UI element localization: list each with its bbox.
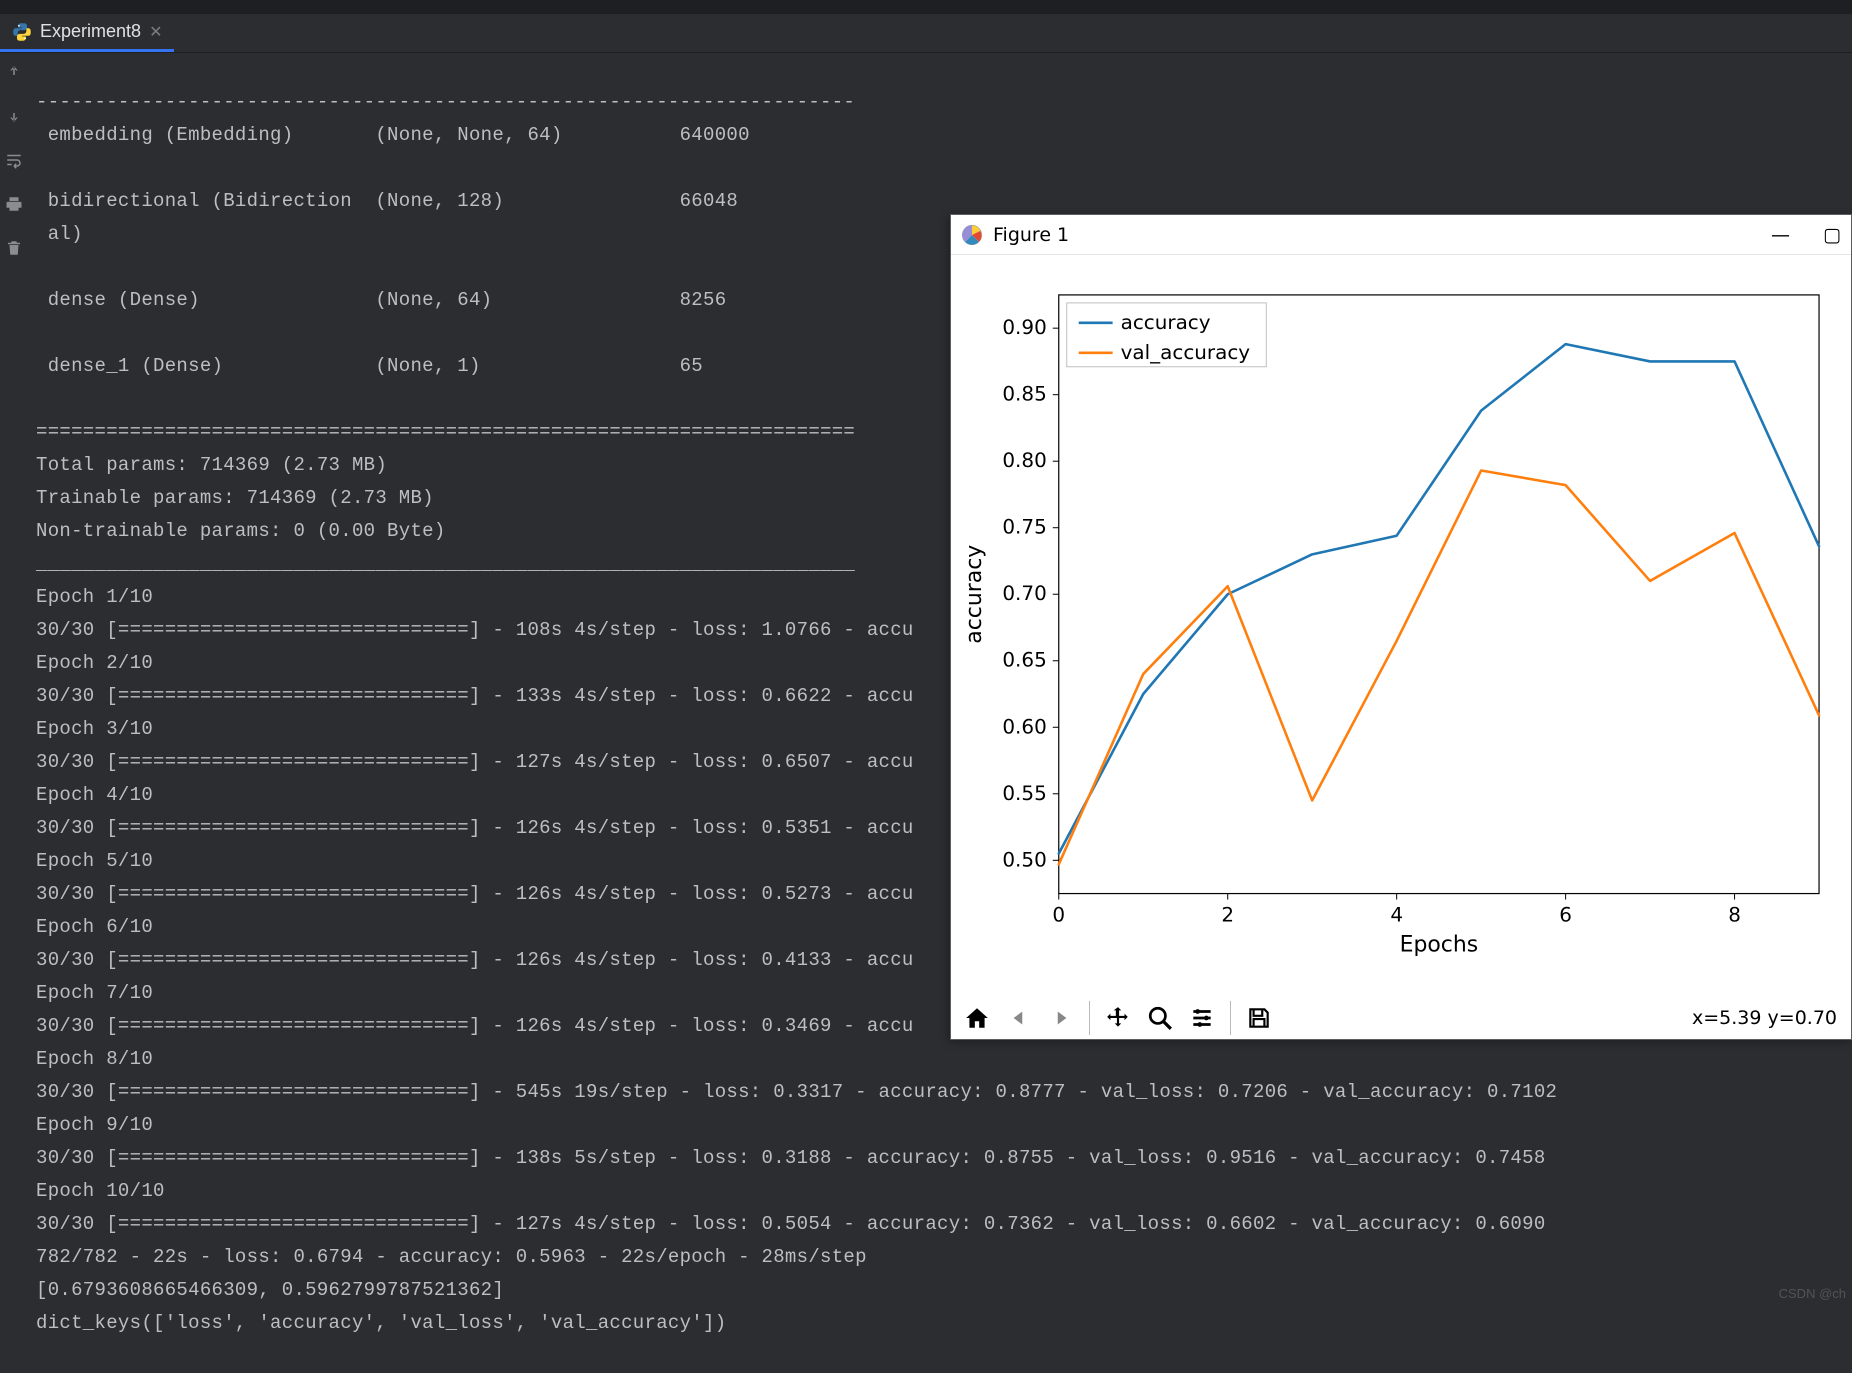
- svg-text:8: 8: [1728, 903, 1741, 927]
- matplotlib-icon: [961, 224, 983, 246]
- back-icon[interactable]: [1001, 1000, 1037, 1036]
- svg-text:0.55: 0.55: [1002, 781, 1046, 805]
- svg-text:accuracy: accuracy: [1121, 310, 1211, 334]
- forward-icon[interactable]: [1043, 1000, 1079, 1036]
- save-icon[interactable]: [1241, 1000, 1277, 1036]
- scroll-down-icon[interactable]: [5, 107, 23, 131]
- python-icon: [12, 22, 32, 42]
- svg-text:Epochs: Epochs: [1400, 932, 1479, 957]
- svg-text:2: 2: [1221, 903, 1234, 927]
- watermark: CSDN @ch: [1779, 1286, 1846, 1301]
- close-icon[interactable]: ✕: [149, 22, 162, 42]
- figure-title: Figure 1: [993, 224, 1069, 246]
- pan-icon[interactable]: [1100, 1000, 1136, 1036]
- top-menu-bar: [0, 0, 1852, 14]
- tab-experiment8[interactable]: Experiment8 ✕: [0, 14, 174, 52]
- soft-wrap-icon[interactable]: [5, 151, 23, 175]
- svg-text:0.60: 0.60: [1002, 714, 1046, 738]
- svg-text:0.80: 0.80: [1002, 448, 1046, 472]
- editor-tabs: Experiment8 ✕: [0, 14, 1852, 53]
- figure-titlebar[interactable]: Figure 1 — ▢: [951, 215, 1851, 255]
- svg-text:0.90: 0.90: [1002, 315, 1046, 339]
- scroll-up-icon[interactable]: [5, 63, 23, 87]
- svg-text:0: 0: [1052, 903, 1065, 927]
- svg-text:0.65: 0.65: [1002, 648, 1046, 672]
- minimize-icon[interactable]: —: [1771, 224, 1789, 246]
- svg-text:accuracy: accuracy: [962, 545, 987, 644]
- home-icon[interactable]: [959, 1000, 995, 1036]
- maximize-icon[interactable]: ▢: [1823, 224, 1841, 246]
- run-tool-gutter: [0, 53, 28, 1303]
- svg-text:4: 4: [1390, 903, 1403, 927]
- tab-label: Experiment8: [40, 21, 141, 42]
- plot-canvas[interactable]: 0.50 0.55 0.60 0.65 0.70 0.75 0.80 0.85 0.90 0 2 4 6…: [951, 255, 1851, 995]
- svg-text:0.50: 0.50: [1002, 847, 1046, 871]
- svg-text:6: 6: [1559, 903, 1572, 927]
- zoom-icon[interactable]: [1142, 1000, 1178, 1036]
- figure-toolbar: x=5.39 y=0.70: [951, 995, 1851, 1041]
- svg-text:0.70: 0.70: [1002, 581, 1046, 605]
- print-icon[interactable]: [5, 195, 23, 219]
- svg-text:0.75: 0.75: [1002, 515, 1046, 539]
- matplotlib-figure-window[interactable]: Figure 1 — ▢ 0.50 0.55 0.60 0.65 0.70 0.75 0.8…: [950, 214, 1852, 1040]
- cursor-coords: x=5.39 y=0.70: [1692, 1007, 1843, 1029]
- svg-text:0.85: 0.85: [1002, 382, 1046, 406]
- svg-text:val_accuracy: val_accuracy: [1121, 340, 1251, 364]
- trash-icon[interactable]: [5, 239, 23, 263]
- plot-svg: 0.50 0.55 0.60 0.65 0.70 0.75 0.80 0.85 0.90 0 2 4 6…: [951, 255, 1851, 993]
- configure-icon[interactable]: [1184, 1000, 1220, 1036]
